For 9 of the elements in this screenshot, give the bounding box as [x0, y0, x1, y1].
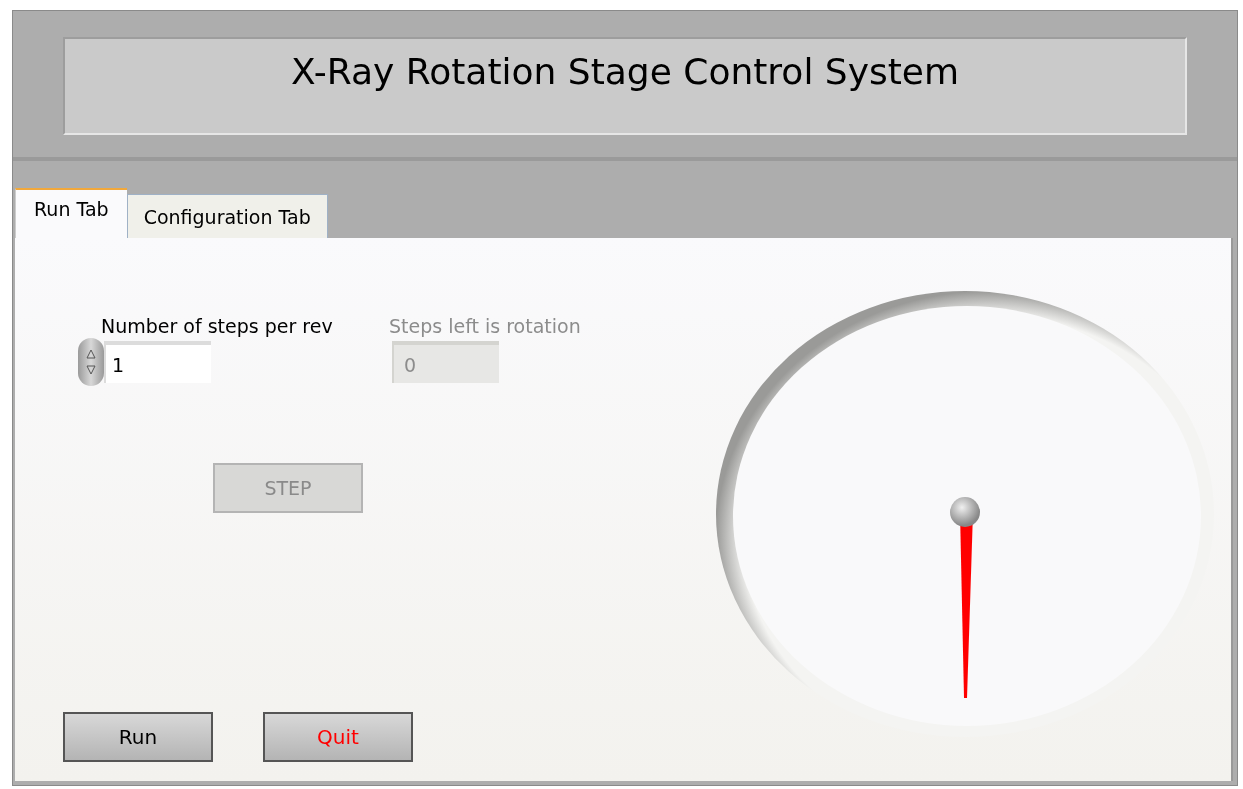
field-label: Steps left is rotation	[389, 314, 581, 339]
window-title: X-Ray Rotation Stage Control System	[290, 50, 960, 94]
run-button[interactable]: Run	[63, 712, 213, 762]
field-label: Number of steps per rev	[101, 314, 333, 339]
tab[interactable]: Configuration Tab	[126, 194, 328, 238]
tab[interactable]: Run Tab	[15, 188, 127, 238]
value-display: 0	[392, 341, 499, 383]
number-input[interactable]: 1	[104, 341, 211, 383]
spinner-arrows-icon[interactable]	[78, 338, 104, 386]
